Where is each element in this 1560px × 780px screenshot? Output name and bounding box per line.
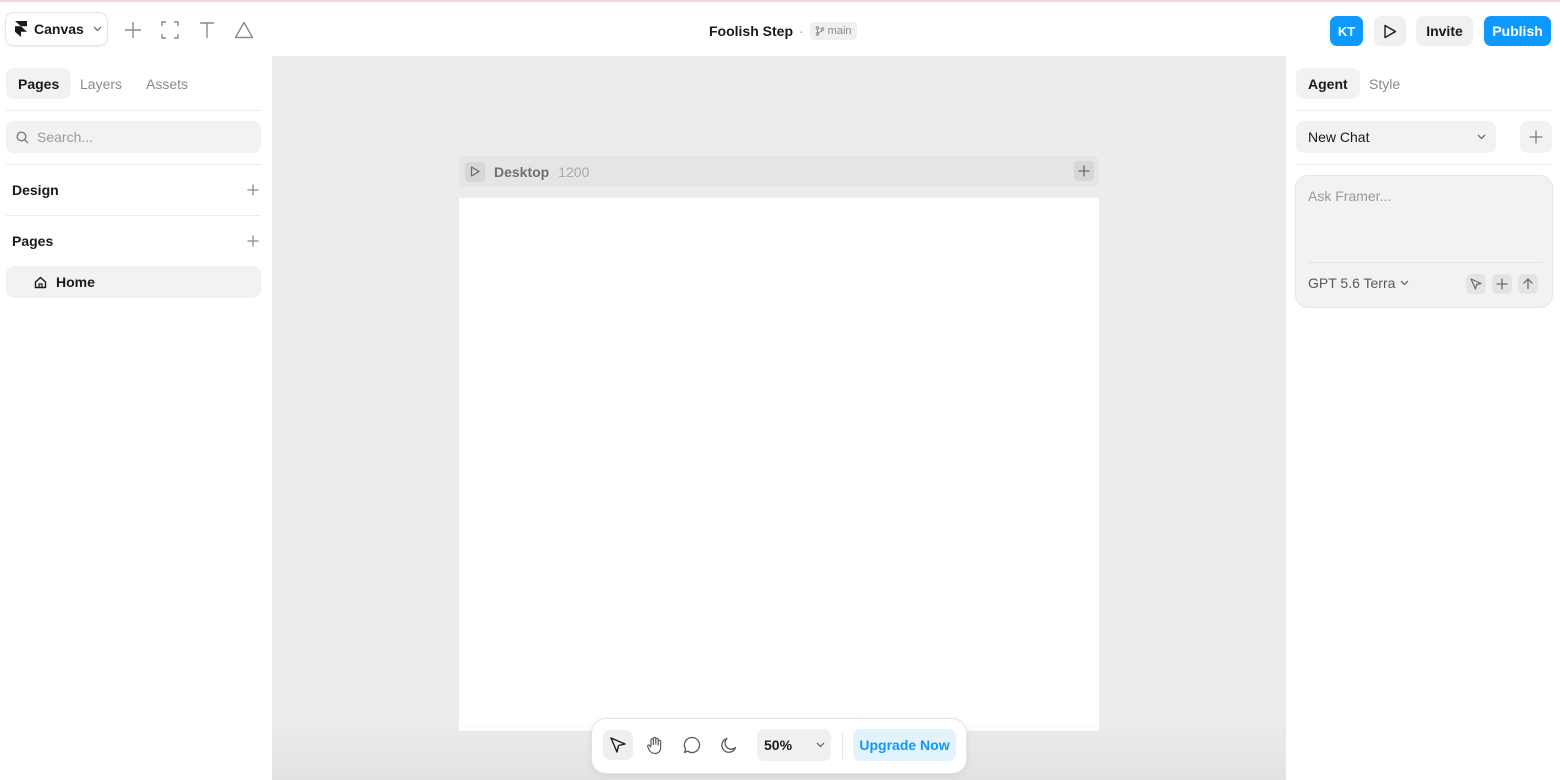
plus-icon — [1496, 278, 1508, 290]
top-bar: Canvas Foolish Step · main KT Invite Pub… — [0, 2, 1560, 56]
upgrade-button[interactable]: Upgrade Now — [853, 729, 956, 761]
pages-section-label: Pages — [12, 233, 54, 249]
chevron-down-icon — [1400, 280, 1409, 286]
play-icon — [470, 166, 480, 177]
tab-pages[interactable]: Pages — [6, 68, 72, 99]
design-section-header: Design — [12, 180, 260, 200]
title-separator: · — [799, 23, 804, 39]
design-section-label: Design — [12, 182, 59, 198]
play-icon — [1384, 24, 1397, 38]
branch-icon — [815, 26, 824, 36]
text-tool-button[interactable] — [196, 19, 218, 41]
main-menu-button[interactable]: Canvas — [6, 13, 107, 45]
chevron-down-icon — [1477, 134, 1486, 140]
chevron-down-icon — [93, 26, 102, 32]
frame-tool-button[interactable] — [159, 19, 181, 41]
frame-icon — [161, 21, 179, 39]
zoom-select[interactable]: 50% — [757, 729, 831, 761]
right-panel: Agent Style New Chat Ask Framer... GPT 5… — [1286, 56, 1560, 780]
search-placeholder: Search... — [37, 129, 94, 145]
canvas[interactable]: Desktop 1200 — [272, 56, 1286, 780]
comment-tool-button[interactable] — [677, 730, 707, 760]
new-chat-button[interactable] — [1520, 121, 1552, 153]
chevron-down-icon — [816, 742, 825, 748]
chat-select-value: New Chat — [1308, 129, 1370, 145]
publish-button[interactable]: Publish — [1484, 16, 1551, 46]
page-item-label: Home — [56, 274, 95, 290]
main-menu-label: Canvas — [34, 21, 84, 37]
preview-button[interactable] — [1374, 16, 1406, 46]
cursor-icon — [1470, 278, 1482, 290]
select-tool-button[interactable] — [603, 730, 633, 760]
prompt-divider — [1308, 262, 1542, 263]
select-element-button[interactable] — [1466, 274, 1486, 294]
moon-icon — [721, 737, 737, 753]
model-select[interactable]: GPT 5.6 Terra — [1308, 275, 1409, 291]
plus-icon — [1078, 165, 1090, 177]
frame-preview-button[interactable] — [465, 161, 485, 182]
plus-icon — [1529, 130, 1543, 144]
invite-button[interactable]: Invite — [1416, 16, 1473, 46]
tab-assets[interactable]: Assets — [134, 68, 200, 99]
framer-logo-icon — [15, 21, 27, 37]
project-title-area: Foolish Step · main — [709, 22, 857, 40]
vector-tool-button[interactable] — [233, 19, 255, 41]
toolbar-divider — [842, 733, 843, 759]
bottom-toolbar: 50% Upgrade Now — [592, 719, 966, 773]
frame-name: Desktop — [494, 163, 550, 180]
zoom-value: 50% — [764, 737, 793, 753]
plus-icon — [125, 22, 141, 38]
hand-icon — [647, 736, 662, 754]
comment-icon — [683, 736, 701, 754]
insert-button[interactable] — [122, 19, 144, 41]
triangle-icon — [234, 21, 254, 39]
frame-width: 1200 — [558, 163, 590, 180]
text-icon — [200, 22, 214, 38]
pages-section-header: Pages — [12, 231, 260, 251]
frame-header[interactable]: Desktop 1200 — [459, 156, 1099, 187]
branch-label: main — [827, 25, 852, 37]
tab-agent[interactable]: Agent — [1296, 68, 1360, 99]
theme-toggle-button[interactable] — [714, 730, 744, 760]
chat-select[interactable]: New Chat — [1296, 121, 1496, 153]
add-page-button[interactable] — [246, 234, 260, 248]
page-item-home[interactable]: Home — [6, 266, 261, 298]
plus-icon — [247, 184, 259, 196]
tab-layers[interactable]: Layers — [68, 68, 134, 99]
user-avatar[interactable]: KT — [1330, 16, 1363, 46]
attach-button[interactable] — [1492, 274, 1512, 294]
search-icon — [16, 130, 29, 143]
home-icon — [34, 276, 47, 288]
model-label: GPT 5.6 Terra — [1308, 275, 1396, 291]
prompt-box: Ask Framer... GPT 5.6 Terra — [1296, 176, 1552, 307]
hand-tool-button[interactable] — [640, 730, 670, 760]
divider — [6, 215, 261, 216]
plus-icon — [247, 235, 259, 247]
divider — [1296, 110, 1552, 111]
divider — [6, 110, 261, 111]
send-button[interactable] — [1518, 274, 1538, 294]
search-input[interactable]: Search... — [6, 121, 261, 153]
add-design-button[interactable] — [246, 183, 260, 197]
branch-badge[interactable]: main — [809, 22, 857, 40]
divider — [6, 164, 261, 165]
prompt-input[interactable]: Ask Framer... — [1308, 188, 1391, 204]
tab-style[interactable]: Style — [1357, 68, 1412, 99]
divider — [1296, 164, 1552, 165]
add-breakpoint-button[interactable] — [1074, 161, 1094, 181]
desktop-frame[interactable] — [459, 198, 1099, 731]
project-title[interactable]: Foolish Step — [709, 23, 793, 39]
cursor-icon — [610, 737, 626, 753]
left-panel: Pages Layers Assets Search... Design Pag… — [0, 56, 272, 780]
arrow-up-icon — [1523, 278, 1533, 289]
